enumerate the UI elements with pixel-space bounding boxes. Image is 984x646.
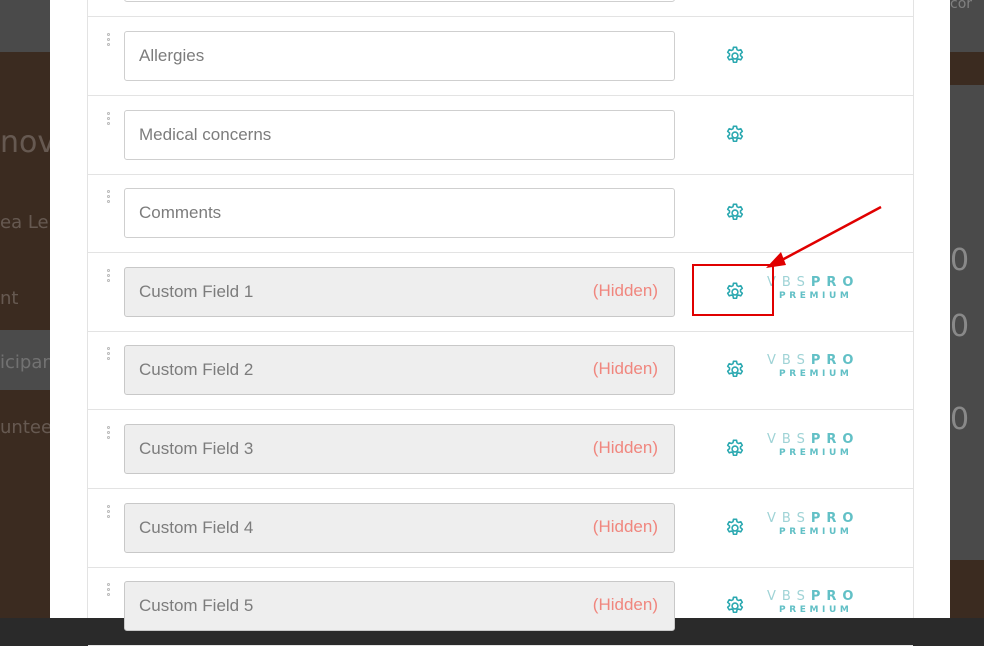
vbs-pro-premium-badge: VBSPRO PREMIUM <box>767 589 862 619</box>
badge-vbs: VBS <box>767 432 811 447</box>
field-input[interactable]: Custom Field 2 (Hidden) <box>124 345 675 395</box>
vbs-pro-premium-badge: VBSPRO PREMIUM <box>767 511 862 541</box>
background-heading: nov <box>0 125 56 160</box>
drag-handle-icon[interactable] <box>107 505 111 520</box>
field-row: Custom Field 5 (Hidden) VBSPRO PREMIUM <box>88 567 913 646</box>
gear-icon[interactable] <box>724 202 746 224</box>
vbs-pro-premium-badge: VBSPRO PREMIUM <box>767 432 862 462</box>
field-input-partial[interactable] <box>124 0 675 2</box>
field-input[interactable]: Custom Field 3 (Hidden) <box>124 424 675 474</box>
field-row: Comments <box>88 174 913 253</box>
field-label: Custom Field 5 <box>139 596 254 615</box>
field-row-partial <box>88 0 913 17</box>
vbs-pro-premium-badge: VBSPRO PREMIUM <box>767 353 862 383</box>
badge-premium: PREMIUM <box>779 605 853 615</box>
badge-vbs: VBS <box>767 511 811 526</box>
field-row: Custom Field 1 (Hidden) VBSPRO PREMIUM <box>88 253 913 332</box>
badge-logo: VBSPRO <box>767 511 859 526</box>
field-label: Allergies <box>139 46 205 65</box>
field-row: Custom Field 4 (Hidden) VBSPRO PREMIUM <box>88 489 913 568</box>
field-label: Comments <box>139 203 222 222</box>
annotation-highlight-box <box>692 264 774 316</box>
badge-logo: VBSPRO <box>767 432 859 447</box>
background-nav-item: ea Le <box>0 212 49 233</box>
gear-icon[interactable] <box>724 595 746 617</box>
badge-pro: PRO <box>810 511 860 526</box>
field-input[interactable]: Allergies <box>124 31 675 81</box>
badge-premium: PREMIUM <box>779 448 853 458</box>
badge-premium: PREMIUM <box>779 527 853 537</box>
background-stat: 0 <box>950 309 970 344</box>
gear-icon[interactable] <box>724 45 746 67</box>
gear-icon[interactable] <box>724 438 746 460</box>
field-label: Custom Field 2 <box>139 360 254 379</box>
hidden-status: (Hidden) <box>592 281 658 300</box>
field-row: Custom Field 2 (Hidden) VBSPRO PREMIUM <box>88 331 913 410</box>
badge-vbs: VBS <box>767 589 811 604</box>
field-label: Custom Field 4 <box>139 518 254 537</box>
badge-vbs: VBS <box>767 353 811 368</box>
field-label: Custom Field 1 <box>139 282 254 301</box>
badge-pro: PRO <box>810 589 860 604</box>
drag-handle-icon[interactable] <box>107 583 111 598</box>
drag-handle-icon[interactable] <box>107 33 111 48</box>
background-stat: 0 <box>950 243 970 278</box>
drag-handle-icon[interactable] <box>107 112 111 127</box>
field-input[interactable]: Comments <box>124 188 675 238</box>
badge-premium: PREMIUM <box>779 291 853 301</box>
field-row: Custom Field 3 (Hidden) VBSPRO PREMIUM <box>88 410 913 489</box>
field-input[interactable]: Custom Field 4 (Hidden) <box>124 503 675 553</box>
badge-logo: VBSPRO <box>767 275 859 290</box>
hidden-status: (Hidden) <box>592 517 658 536</box>
background-nav-item: nt <box>0 288 19 309</box>
field-input[interactable]: Custom Field 5 (Hidden) <box>124 581 675 631</box>
background-nav-item: icipan <box>0 352 54 373</box>
hidden-status: (Hidden) <box>592 438 658 457</box>
field-label: Custom Field 3 <box>139 439 254 458</box>
vbs-pro-premium-badge: VBSPRO PREMIUM <box>767 275 862 305</box>
gear-icon[interactable] <box>724 359 746 381</box>
background-stat: 0 <box>950 402 970 437</box>
badge-pro: PRO <box>810 432 860 447</box>
fields-list: Allergies Medical concerns Comments Cust… <box>87 0 914 646</box>
badge-logo: VBSPRO <box>767 589 859 604</box>
gear-icon[interactable] <box>724 517 746 539</box>
badge-pro: PRO <box>810 353 860 368</box>
drag-handle-icon[interactable] <box>107 190 111 205</box>
drag-handle-icon[interactable] <box>107 426 111 441</box>
field-row: Medical concerns <box>88 96 913 175</box>
custom-fields-modal: Allergies Medical concerns Comments Cust… <box>50 0 950 646</box>
badge-premium: PREMIUM <box>779 369 853 379</box>
field-label: Medical concerns <box>139 125 272 144</box>
background-top-right-text: cor <box>950 0 973 12</box>
gear-icon[interactable] <box>724 124 746 146</box>
field-input[interactable]: Custom Field 1 (Hidden) <box>124 267 675 317</box>
hidden-status: (Hidden) <box>592 359 658 378</box>
badge-pro: PRO <box>810 275 860 290</box>
field-input[interactable]: Medical concerns <box>124 110 675 160</box>
badge-logo: VBSPRO <box>767 353 859 368</box>
hidden-status: (Hidden) <box>592 595 658 614</box>
drag-handle-icon[interactable] <box>107 269 111 284</box>
drag-handle-icon[interactable] <box>107 347 111 362</box>
field-row: Allergies <box>88 17 913 96</box>
